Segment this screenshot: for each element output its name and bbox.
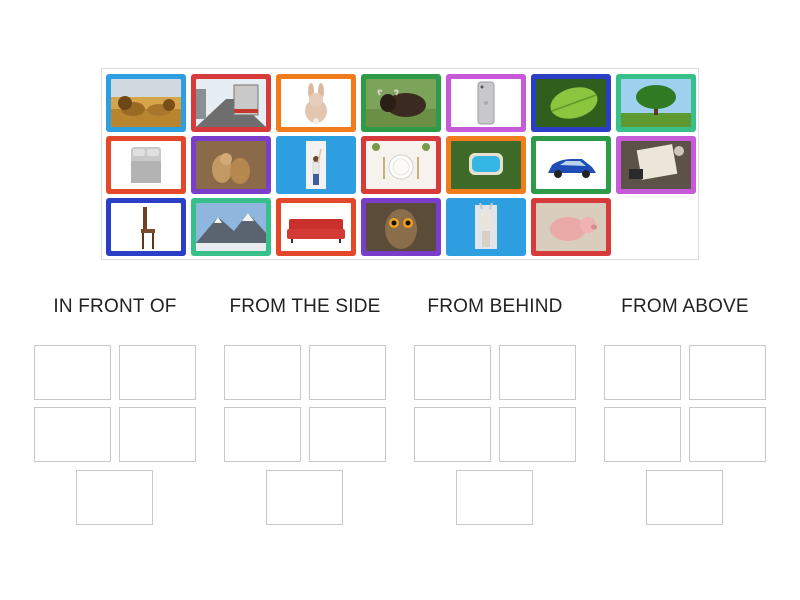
- drop-slot-from-behind[interactable]: [414, 407, 491, 462]
- drop-slot-from-behind[interactable]: [499, 407, 576, 462]
- drop-slot-from-the-side[interactable]: [309, 345, 386, 400]
- leaf-image: [536, 79, 606, 127]
- card-chair[interactable]: [106, 198, 186, 256]
- card-tray: [101, 68, 699, 260]
- card-leaf[interactable]: [531, 74, 611, 132]
- drop-slot-in-front-of[interactable]: [34, 345, 111, 400]
- drop-slot-from-above[interactable]: [604, 407, 681, 462]
- card-horse[interactable]: [446, 198, 526, 256]
- card-bed[interactable]: [106, 136, 186, 194]
- drop-slot-from-behind[interactable]: [414, 345, 491, 400]
- car-image: [536, 141, 606, 189]
- bull-image: [366, 79, 436, 127]
- heading-from-above: FROM ABOVE: [621, 296, 749, 317]
- drop-slot-from-the-side[interactable]: [224, 407, 301, 462]
- card-boy-at-wall[interactable]: [276, 136, 356, 194]
- card-pig[interactable]: [531, 198, 611, 256]
- card-truck-rear[interactable]: [191, 74, 271, 132]
- chair-image: [111, 203, 181, 251]
- card-pool[interactable]: [446, 136, 526, 194]
- drop-slot-from-above[interactable]: [689, 407, 766, 462]
- drop-slot-from-above[interactable]: [646, 470, 723, 525]
- card-car[interactable]: [531, 136, 611, 194]
- drop-slot-in-front-of[interactable]: [119, 407, 196, 462]
- smartphone-image: [451, 79, 521, 127]
- heading-from-behind: FROM BEHIND: [427, 296, 563, 317]
- table-setting-image: [366, 141, 436, 189]
- bed-image: [111, 141, 181, 189]
- drop-slot-in-front-of[interactable]: [76, 470, 153, 525]
- mountain-image: [196, 203, 266, 251]
- drop-slot-from-behind[interactable]: [456, 470, 533, 525]
- card-tree[interactable]: [616, 74, 696, 132]
- drop-slot-from-behind[interactable]: [499, 345, 576, 400]
- pig-image: [536, 203, 606, 251]
- drop-slot-in-front-of[interactable]: [34, 407, 111, 462]
- card-sofa[interactable]: [276, 198, 356, 256]
- pool-image: [451, 141, 521, 189]
- drop-slot-from-above[interactable]: [604, 345, 681, 400]
- owl-image: [366, 203, 436, 251]
- desk-map-image: [621, 141, 691, 189]
- boy-at-wall-image: [281, 141, 351, 189]
- horse-image: [451, 203, 521, 251]
- heading-in-front-of: IN FRONT OF: [53, 296, 177, 317]
- card-bull[interactable]: [361, 74, 441, 132]
- heading-from-the-side: FROM THE SIDE: [229, 296, 381, 317]
- prairie-dogs-image: [196, 141, 266, 189]
- card-prairie-dogs[interactable]: [191, 136, 271, 194]
- card-lions[interactable]: [106, 74, 186, 132]
- card-table-setting[interactable]: [361, 136, 441, 194]
- lions-image: [111, 79, 181, 127]
- rabbit-image: [281, 79, 351, 127]
- sofa-image: [281, 203, 351, 251]
- drop-slot-from-the-side[interactable]: [224, 345, 301, 400]
- drop-slot-from-the-side[interactable]: [309, 407, 386, 462]
- card-desk-map[interactable]: [616, 136, 696, 194]
- drop-slot-in-front-of[interactable]: [119, 345, 196, 400]
- card-rabbit[interactable]: [276, 74, 356, 132]
- card-mountain[interactable]: [191, 198, 271, 256]
- card-owl[interactable]: [361, 198, 441, 256]
- truck-rear-image: [196, 79, 266, 127]
- tree-image: [621, 79, 691, 127]
- drop-slot-from-above[interactable]: [689, 345, 766, 400]
- card-smartphone[interactable]: [446, 74, 526, 132]
- drop-slot-from-the-side[interactable]: [266, 470, 343, 525]
